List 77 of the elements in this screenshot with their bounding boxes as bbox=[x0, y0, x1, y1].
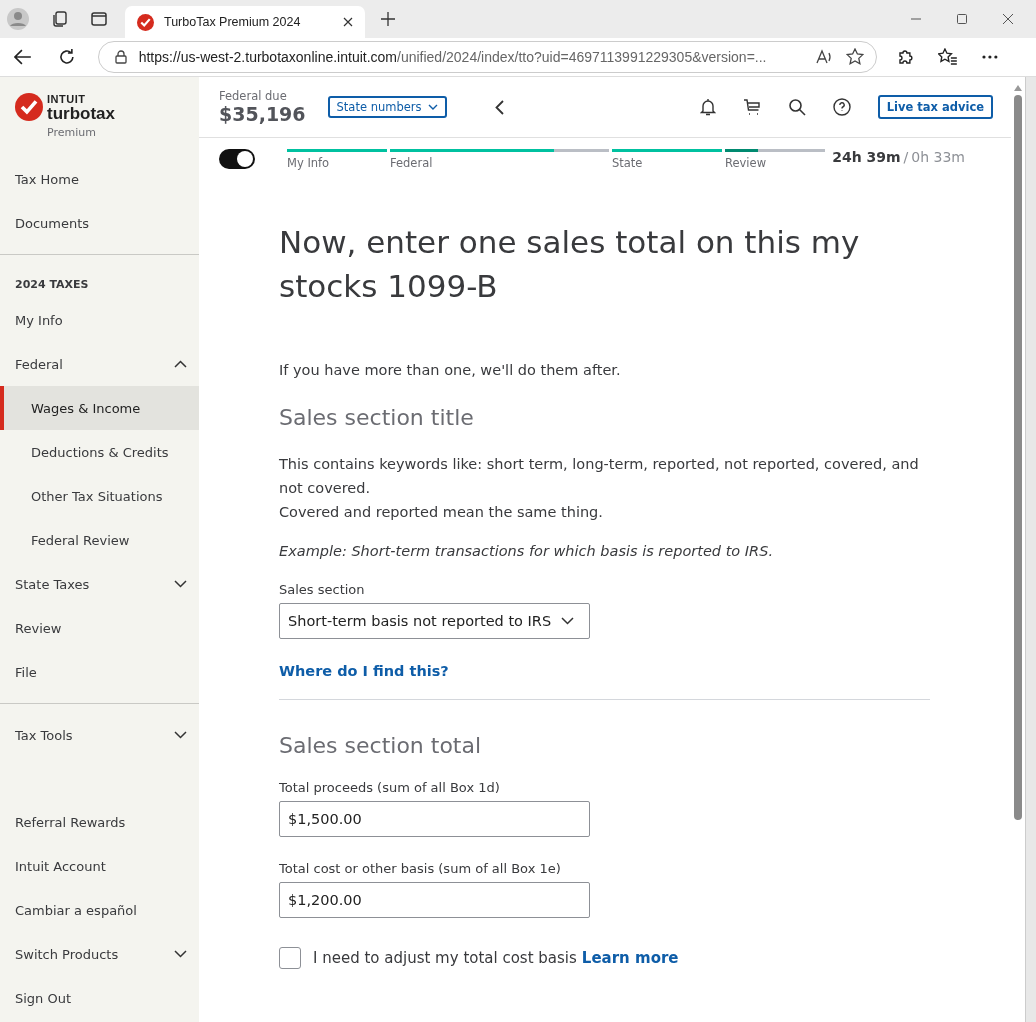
sidebar-item[interactable]: Tax Home bbox=[0, 157, 199, 201]
sidebar-item[interactable]: Referral Rewards bbox=[0, 800, 199, 844]
tabs-icon[interactable] bbox=[51, 10, 69, 28]
browser-tab[interactable]: TurboTax Premium 2024 bbox=[125, 6, 365, 38]
product-name: turbotax bbox=[47, 105, 115, 122]
close-icon[interactable] bbox=[1002, 13, 1014, 25]
new-tab-icon[interactable] bbox=[381, 12, 395, 26]
section-title: Sales section title bbox=[279, 405, 474, 430]
field-label: Total proceeds (sum of all Box 1d) bbox=[279, 780, 500, 795]
sidebar-item[interactable]: File bbox=[0, 650, 199, 694]
sidebar-item[interactable]: State Taxes bbox=[0, 562, 199, 606]
sidebar-item[interactable]: Sign Out bbox=[0, 976, 199, 1020]
refresh-icon[interactable] bbox=[57, 48, 76, 66]
check-logo-icon bbox=[137, 13, 154, 31]
chevron-down-icon bbox=[427, 104, 438, 110]
profile-icon[interactable] bbox=[7, 8, 29, 30]
checkbox[interactable] bbox=[279, 947, 301, 969]
state-numbers-button[interactable]: State numbers bbox=[327, 96, 447, 118]
checkbox-label: I need to adjust my total cost basis bbox=[313, 949, 577, 967]
progress-step-label: My Info bbox=[287, 156, 331, 170]
progress-step-label: State bbox=[612, 156, 644, 170]
section-title: Sales section total bbox=[279, 733, 482, 758]
brand-name: INTUIT bbox=[47, 93, 87, 105]
sidebar-item[interactable]: Federal bbox=[0, 342, 199, 386]
close-icon[interactable] bbox=[343, 17, 353, 27]
edition-label: Premium bbox=[47, 126, 97, 139]
description-text: This contains keywords like: short term, long-term, reported, not reported, covered, and not covered. bbox=[279, 455, 920, 498]
progress-step-label: Federal bbox=[390, 156, 434, 170]
federal-due-amount: $35,196 bbox=[219, 103, 306, 125]
puzzle-icon[interactable] bbox=[896, 48, 915, 66]
field-label: Sales section bbox=[279, 582, 365, 597]
sidebar-icon[interactable] bbox=[91, 11, 107, 27]
lock-icon bbox=[114, 50, 127, 64]
star-icon[interactable] bbox=[845, 48, 864, 66]
intro-text: If you have more than one, we'll do them after. bbox=[279, 362, 621, 378]
progress-step-label: Review bbox=[725, 156, 768, 170]
time-total: 24h 39m bbox=[832, 149, 901, 165]
scroll-up-icon[interactable] bbox=[1014, 85, 1022, 91]
read-aloud-icon[interactable] bbox=[815, 49, 834, 65]
time-spent: 0h 33m bbox=[911, 149, 965, 165]
amount-input-field[interactable]: $1,200.00 bbox=[279, 882, 590, 918]
time-separator: / bbox=[903, 149, 909, 165]
search-icon[interactable] bbox=[787, 98, 806, 116]
back-icon[interactable] bbox=[14, 49, 32, 65]
example-text: Example: Short-term transactions for which basis is reported to IRS. bbox=[279, 543, 773, 559]
sidebar-subitem[interactable]: Wages & Income bbox=[0, 386, 199, 430]
chevron-down-icon bbox=[561, 617, 575, 625]
check-logo-icon bbox=[15, 93, 43, 121]
live-tax-advice-button[interactable]: Live tax advice bbox=[877, 95, 993, 119]
amount-input-field[interactable]: $1,500.00 bbox=[279, 801, 590, 837]
toggle-switch[interactable] bbox=[219, 149, 255, 169]
sidebar-item[interactable]: Switch Products bbox=[0, 932, 199, 976]
maximize-icon[interactable] bbox=[956, 13, 968, 25]
scrollbar-thumb[interactable] bbox=[1014, 95, 1022, 820]
sidebar-item[interactable]: Cambiar a español bbox=[0, 888, 199, 932]
sales-section-dropdown[interactable]: Short-term basis not reported to IRS bbox=[279, 603, 590, 639]
favorites-icon[interactable] bbox=[938, 48, 959, 66]
sidebar-subitem[interactable]: Federal Review bbox=[0, 518, 199, 562]
sidebar-subitem[interactable]: Deductions & Credits bbox=[0, 430, 199, 474]
federal-due-label: Federal due bbox=[219, 89, 288, 103]
sidebar-item[interactable]: Documents bbox=[0, 201, 199, 245]
sidebar-subitem[interactable]: Other Tax Situations bbox=[0, 474, 199, 518]
sidebar-item[interactable]: Review bbox=[0, 606, 199, 650]
help-icon[interactable] bbox=[832, 98, 851, 116]
cart-icon[interactable] bbox=[742, 98, 761, 116]
page-title: Now, enter one sales total on this my stocks 1099-B bbox=[279, 223, 861, 306]
sidebar-item[interactable]: My Info bbox=[0, 298, 199, 342]
help-link[interactable]: Where do I find this? bbox=[279, 663, 449, 679]
section-heading: 2024 TAXES bbox=[14, 277, 90, 293]
chevron-left-icon[interactable] bbox=[494, 99, 504, 115]
more-icon[interactable] bbox=[982, 55, 998, 59]
bell-icon[interactable] bbox=[699, 98, 716, 116]
field-label: Total cost or other basis (sum of all Box 1e) bbox=[279, 861, 561, 876]
description-text: Covered and reported mean the same thing. bbox=[279, 503, 603, 522]
sidebar-item[interactable]: Tax Tools bbox=[0, 713, 199, 757]
learn-more-link[interactable]: Learn more bbox=[581, 949, 679, 967]
sidebar-item[interactable]: Intuit Account bbox=[0, 844, 199, 888]
